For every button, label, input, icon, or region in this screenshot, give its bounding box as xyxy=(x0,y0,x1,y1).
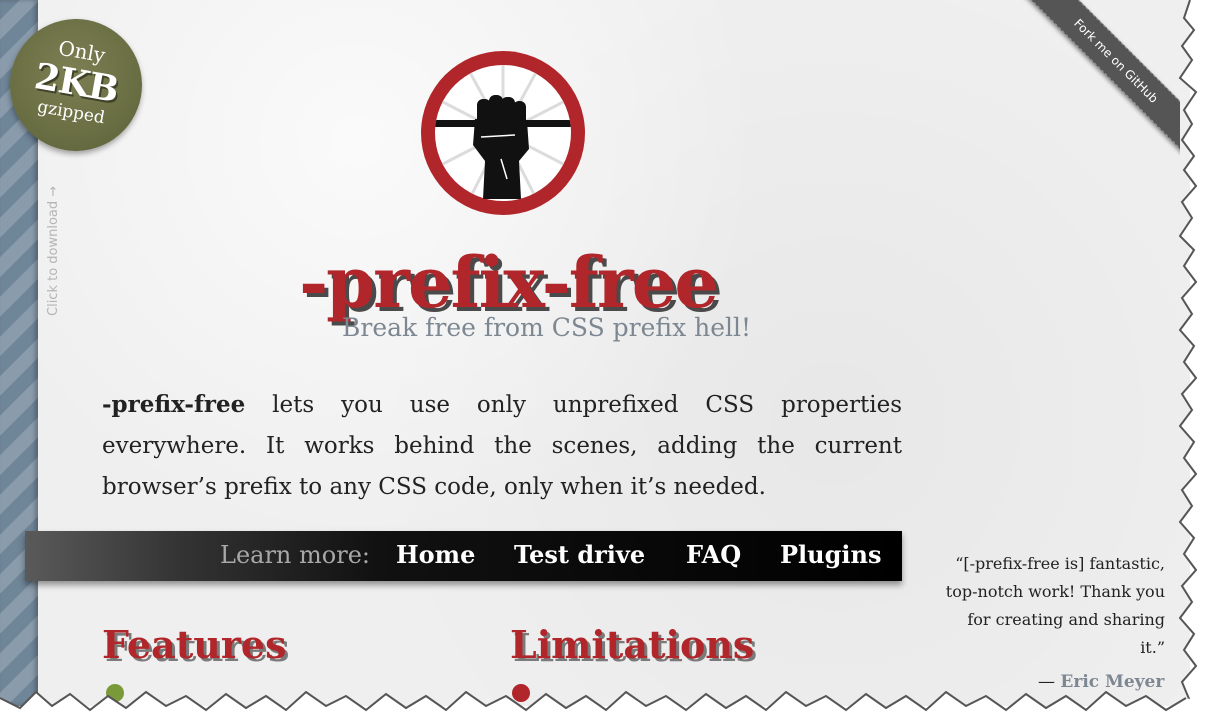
github-ribbon-label[interactable]: Fork me on GitHub xyxy=(1019,0,1180,158)
github-ribbon[interactable]: Fork me on GitHub xyxy=(1010,0,1180,170)
torn-edge-right xyxy=(1178,0,1208,706)
testimonial-quote: “[-prefix-free is] fantastic, top-notch … xyxy=(945,554,1165,657)
page: Only 2KB gzipped Click to download → For… xyxy=(0,0,1190,706)
nav-link-plugins[interactable]: Plugins xyxy=(780,540,881,569)
click-to-download-link[interactable]: Click to download → xyxy=(46,186,61,316)
learn-more-label: Learn more: xyxy=(220,541,370,569)
torn-edge-bottom xyxy=(0,690,1208,724)
page-subtitle: Break free from CSS prefix hell! xyxy=(342,313,752,342)
limitations-heading: Limitations xyxy=(510,622,755,667)
features-heading: Features xyxy=(102,622,287,667)
intro-paragraph: -prefix-free lets you use only unprefixe… xyxy=(102,384,902,508)
nav-link-home[interactable]: Home xyxy=(396,540,475,569)
nav-link-test-drive[interactable]: Test drive xyxy=(514,540,645,569)
intro-product-name: -prefix-free xyxy=(102,391,246,418)
nav-link-faq[interactable]: FAQ xyxy=(686,540,741,569)
raised-fist-icon xyxy=(421,51,585,215)
learn-more-nav: Learn more: Home Test drive FAQ Plugins xyxy=(25,531,902,581)
